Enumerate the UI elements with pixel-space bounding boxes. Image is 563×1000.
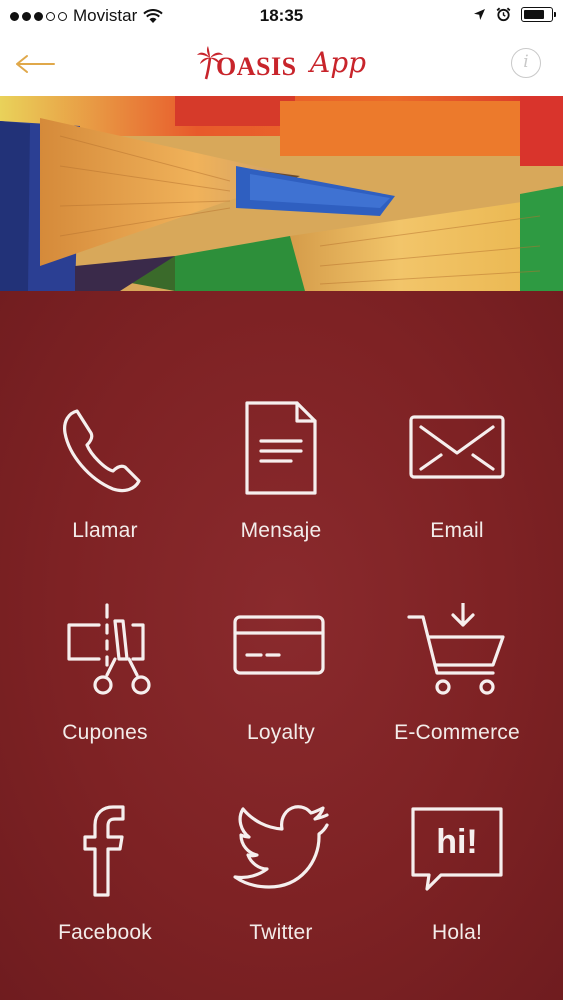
tile-label: Twitter xyxy=(249,921,313,944)
tile-twitter[interactable]: Twitter xyxy=(196,803,366,983)
status-left: Movistar xyxy=(10,6,163,26)
tile-label: Email xyxy=(430,519,484,542)
tile-loyalty[interactable]: Loyalty xyxy=(196,603,366,783)
credit-card-icon xyxy=(233,615,325,675)
status-bar: Movistar 18:35 xyxy=(0,0,563,34)
logo-text-oasis: OASIS xyxy=(216,52,297,81)
tile-mensaje[interactable]: Mensaje xyxy=(196,401,366,581)
coupon-scissors-icon xyxy=(67,603,151,695)
app-logo: OASIS App xyxy=(196,40,376,92)
info-icon: i xyxy=(523,52,529,72)
tile-label: Mensaje xyxy=(240,519,322,542)
status-right xyxy=(473,7,556,22)
colored-pencils-image xyxy=(0,96,563,291)
carrier-name: Movistar xyxy=(73,6,138,25)
main-menu-grid: Llamar Mensaje Email Cupones Loyalty E-C… xyxy=(0,291,563,1000)
shopping-cart-icon xyxy=(407,603,505,695)
tile-label: Facebook xyxy=(58,921,152,944)
document-icon xyxy=(245,401,317,495)
battery-fill xyxy=(524,10,544,19)
tile-llamar[interactable]: Llamar xyxy=(20,401,190,581)
tile-cupones[interactable]: Cupones xyxy=(20,603,190,783)
tile-e-commerce[interactable]: E-Commerce xyxy=(372,603,542,783)
signal-dot xyxy=(58,11,67,21)
location-arrow-icon xyxy=(474,9,485,20)
info-button[interactable]: i xyxy=(511,48,541,78)
battery-icon xyxy=(521,7,556,22)
signal-strength-icon xyxy=(10,11,67,21)
tile-label: Loyalty xyxy=(247,721,315,744)
envelope-icon xyxy=(409,415,505,479)
tile-label: Hola! xyxy=(431,921,483,944)
phone-icon xyxy=(63,409,141,493)
signal-dot xyxy=(10,11,19,21)
wifi-icon xyxy=(143,8,163,23)
alarm-clock-icon xyxy=(496,7,511,22)
tile-email[interactable]: Email xyxy=(372,401,542,581)
signal-dot xyxy=(46,11,55,21)
arrow-left-icon xyxy=(16,55,55,73)
back-button[interactable] xyxy=(12,48,58,80)
twitter-bird-icon xyxy=(233,805,329,889)
speech-bubble-text: hi! xyxy=(436,823,478,861)
navigation-bar: OASIS App i xyxy=(0,34,563,96)
signal-dot xyxy=(22,11,31,21)
tile-hola[interactable]: hi! Hola! xyxy=(372,803,542,983)
tile-facebook[interactable]: Facebook xyxy=(20,803,190,983)
signal-dot xyxy=(34,11,43,21)
tile-label: Cupones xyxy=(62,721,148,744)
logo-text-app: App xyxy=(310,46,367,79)
facebook-icon xyxy=(83,805,125,897)
tile-label: E-Commerce xyxy=(394,721,520,744)
tile-label: Llamar xyxy=(72,519,138,542)
speech-bubble-icon: hi! xyxy=(411,807,503,891)
header-banner-image xyxy=(0,96,563,291)
